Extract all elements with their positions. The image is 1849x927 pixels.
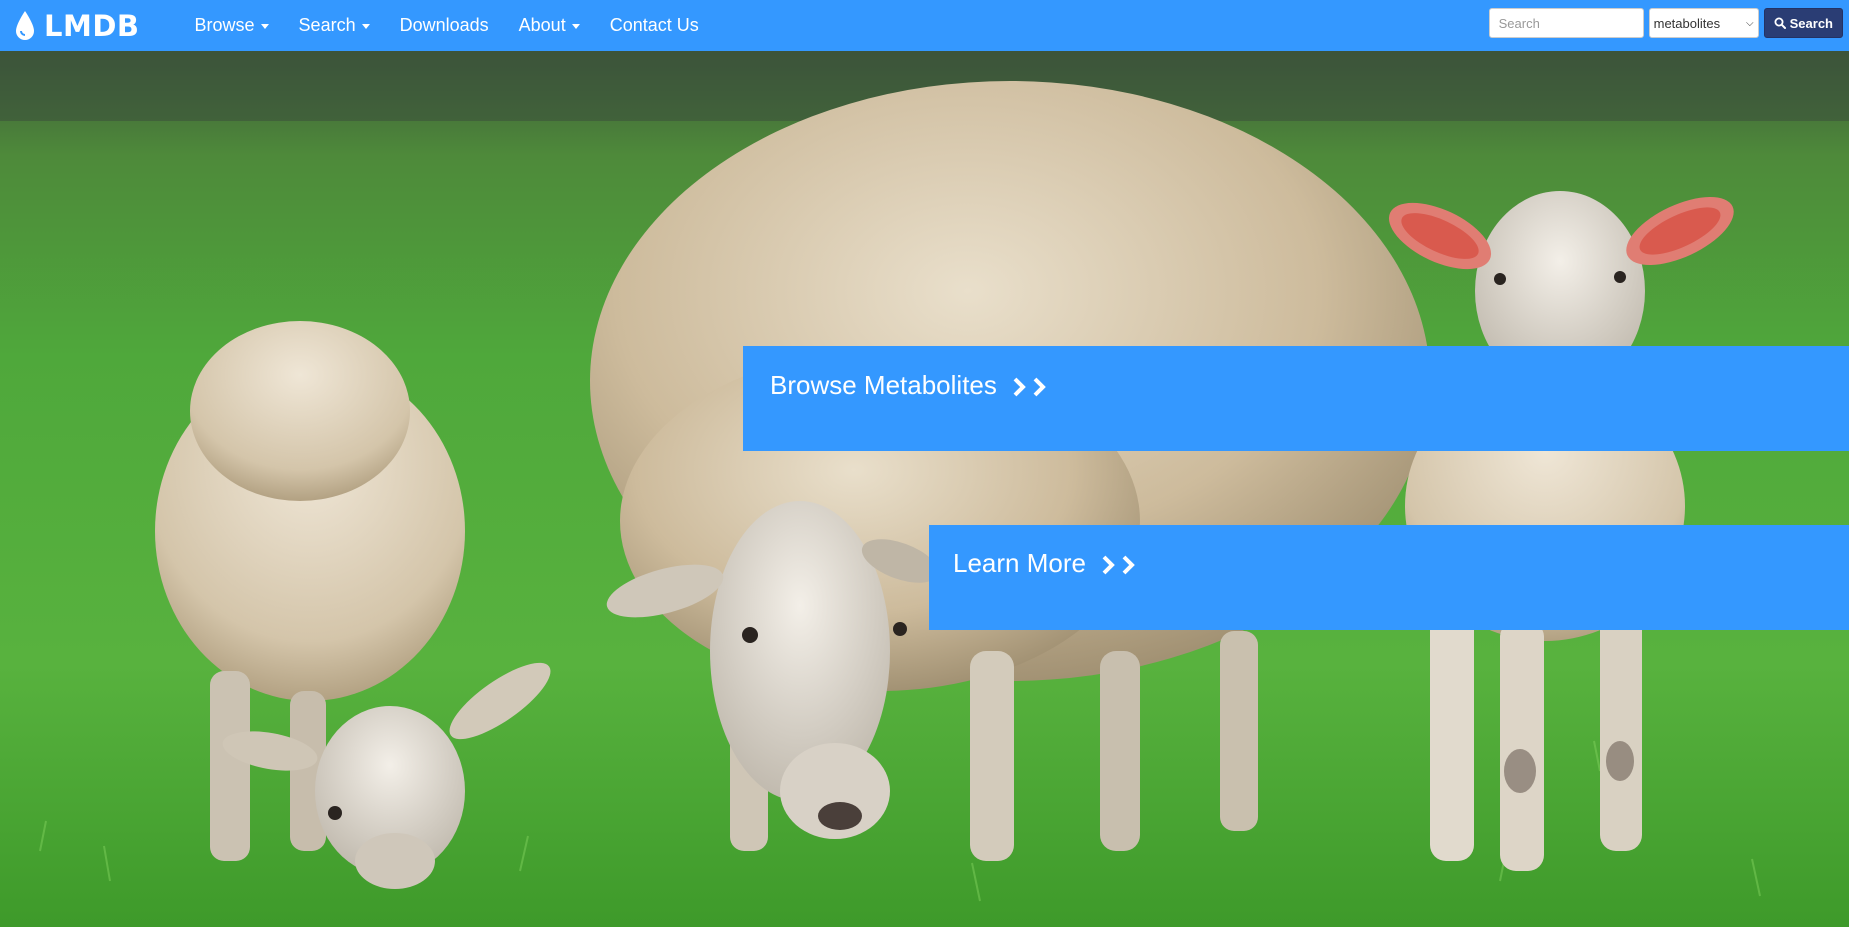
caret-down-icon bbox=[260, 24, 269, 29]
search-button[interactable]: Search bbox=[1763, 8, 1843, 38]
nav-contact[interactable]: Contact Us bbox=[595, 0, 714, 51]
nav-browse[interactable]: Browse bbox=[180, 0, 284, 51]
nav-browse-label: Browse bbox=[194, 15, 255, 35]
top-navbar: LMDB Browse Search Downloads About Conta… bbox=[0, 0, 1849, 51]
browse-metabolites-button[interactable]: Browse Metabolites bbox=[743, 346, 1849, 451]
main-nav: Browse Search Downloads About Contact Us bbox=[180, 0, 714, 51]
browse-metabolites-label: Browse Metabolites bbox=[770, 370, 997, 400]
search-type-value: metabolites bbox=[1653, 15, 1721, 31]
nav-search-label: Search bbox=[298, 15, 356, 35]
nav-downloads-label: Downloads bbox=[399, 15, 489, 35]
hero-sheep-photo bbox=[0, 51, 1849, 927]
nav-downloads[interactable]: Downloads bbox=[385, 0, 504, 51]
search-button-label: Search bbox=[1789, 15, 1833, 31]
chevron-down-icon: ⌵ bbox=[1746, 17, 1754, 29]
caret-down-icon bbox=[361, 24, 370, 29]
nav-search[interactable]: Search bbox=[284, 0, 385, 51]
brand-name: LMDB bbox=[44, 8, 140, 43]
search-icon bbox=[1774, 17, 1786, 29]
brand-logo[interactable]: LMDB bbox=[14, 0, 140, 51]
nav-about-label: About bbox=[518, 15, 566, 35]
navbar-search-form: metabolites ⌵ Search bbox=[1488, 8, 1843, 38]
caret-down-icon bbox=[571, 24, 580, 29]
double-chevron-right-icon bbox=[1098, 554, 1142, 576]
nav-about[interactable]: About bbox=[504, 0, 595, 51]
nav-contact-label: Contact Us bbox=[609, 15, 699, 35]
double-chevron-right-icon bbox=[1009, 376, 1053, 398]
search-type-select[interactable]: metabolites ⌵ bbox=[1648, 8, 1759, 38]
sheep-grazing-photo bbox=[0, 51, 1849, 927]
search-input[interactable] bbox=[1488, 8, 1644, 38]
learn-more-button[interactable]: Learn More bbox=[929, 525, 1849, 630]
droplet-icon bbox=[16, 10, 34, 40]
learn-more-label: Learn More bbox=[953, 548, 1086, 578]
